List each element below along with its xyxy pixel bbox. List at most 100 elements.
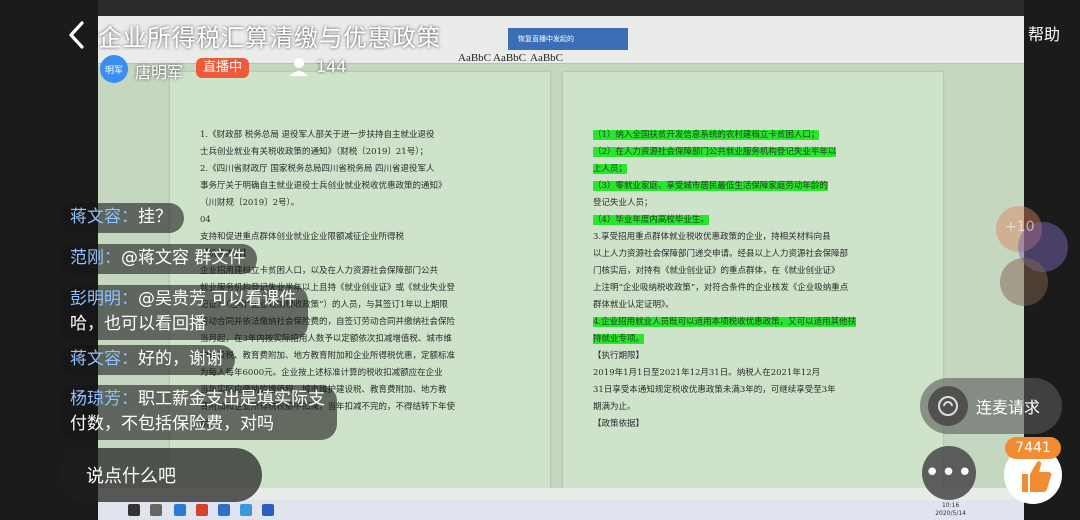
document-line-text: 期满为止。 (593, 402, 636, 412)
document-line: 2019年1月1日至2021年12月31日。纳税人在2021年12月 (593, 365, 923, 382)
host-avatar[interactable]: 明军 (100, 55, 128, 83)
document-line-text: 【政策依据】 (593, 419, 645, 429)
document-line: 士兵创业就业有关税收政策的通知》（财税〔2019〕21号）； (200, 144, 530, 161)
chat-message: 范刚：@蒋文容 群文件 (60, 244, 258, 274)
chat-username: 蒋文容： (70, 349, 138, 369)
document-line-text: 持就业专项。 (593, 334, 645, 344)
document-line: 持就业专项。 (593, 331, 923, 348)
link-icon (928, 386, 968, 426)
document-line: 登记失业人员； (593, 195, 923, 212)
co-host-request-button[interactable]: 连麦请求 (920, 378, 1062, 434)
clock: 10:16 2020/5/14 (935, 502, 966, 517)
document-line-text: （2）在人力资源社会保障部门公共就业服务机构登记失业半年以 (593, 147, 837, 157)
page-title: 企业所得税汇算清缴与优惠政策 (98, 24, 441, 52)
document-line: 门核实后，对持有《就业创业证》的重点群体，在《就业创业证》 (593, 263, 923, 280)
chat-message: 彭明明：@吴贵芳 可以看课件 哈，也可以看回播 (60, 285, 309, 340)
comment-placeholder: 说点什么吧 (86, 466, 176, 487)
right-page-text: （1）纳入全国扶贫开发信息系统的农村建档立卡贫困人口； （2）在人力资源社会保障部… (593, 127, 923, 433)
document-line-text: 以上人力资源社会保障部门递交申请。经县以上人力资源社会保障部 (593, 249, 849, 259)
document-line-text: 上注明“企业吸纳税收政策”，对符合条件的企业核发《企业吸纳重点 (593, 283, 849, 293)
document-line: 【政策依据】 (593, 416, 923, 433)
document-line: 群体就业认定证明》。 (593, 297, 923, 314)
search-icon (150, 504, 162, 516)
document-line-text: （川财规〔2019〕2号）。 (200, 198, 300, 208)
document-line: 期满为止。 (593, 399, 923, 416)
chat-text: 挂？ (138, 207, 172, 227)
document-line: （川财规〔2019〕2号）。 (200, 195, 530, 212)
chat-message: 蒋文容：好的，谢谢 (60, 345, 235, 375)
ribbon-tooltip: 恢复直播中发起的 (508, 28, 628, 50)
like-count-badge: 7441 (1005, 437, 1061, 459)
back-button[interactable] (66, 20, 88, 50)
viewer-count: 144 (316, 57, 347, 76)
app-icon (218, 504, 230, 516)
document-line: 护建设税、教育费附加、地方教育附加和企业所得税优惠，定额标准 (200, 348, 530, 365)
ribbon-style-3: AaBbC (530, 52, 563, 64)
document-line: 支持和促进重点群体创业就业企业限额减征企业所得税 (200, 229, 530, 246)
document-line-text: 4.企业招用就业人员既可以适用本项税收优惠政策，又可以适用其他扶 (593, 317, 857, 327)
document-line: 事务厅关于明确自主就业退役士兵创业就业税收优惠政策的通知》 (200, 178, 530, 195)
more-options-button[interactable]: ••• (922, 446, 976, 500)
document-line: 04 (200, 212, 530, 229)
document-line-text: 【执行期限】 (593, 351, 645, 361)
document-page-right: （1）纳入全国扶贫开发信息系统的农村建档立卡贫困人口； （2）在人力资源社会保障部… (563, 72, 943, 502)
document-line-text: （4）毕业年度内高校毕业生。 (593, 215, 709, 225)
chat-username: 蒋文容： (70, 207, 138, 227)
chat-username: 范刚： (70, 248, 121, 268)
document-line: 上人员； (593, 161, 923, 178)
document-line-text: 3.享受招用重点群体就业税收优惠政策的企业，持相关材料向县 (593, 232, 831, 242)
chevron-left-icon (69, 21, 84, 49)
document-line: （2）在人力资源社会保障部门公共就业服务机构登记失业半年以 (593, 144, 923, 161)
chat-text-continued: 哈，也可以看回播 (70, 314, 206, 334)
document-line-text: 2019年1月1日至2021年12月31日。纳税人在2021年12月 (593, 368, 821, 378)
chat-message: 杨琼芳：职工薪金支出是填实际支 付数，不包括保险费，对吗 (60, 385, 337, 440)
host-name: 唐明军 (135, 63, 184, 82)
document-line: 4.企业招用就业人员既可以适用本项税收优惠政策，又可以适用其他扶 (593, 314, 923, 331)
ribbon-style-2: AaBbC (493, 52, 526, 64)
document-line: （1）纳入全国扶贫开发信息系统的农村建档立卡贫困人口； (593, 127, 923, 144)
document-line: 上注明“企业吸纳税收政策”，对符合条件的企业核发《企业吸纳重点 (593, 280, 923, 297)
live-status-badge: 直播中 (196, 58, 250, 78)
document-line: 3.享受招用重点群体就业税收优惠政策的企业，持相关材料向县 (593, 229, 923, 246)
document-line-text: 1.《财政部 税务总局 退役军人部关于进一步扶持自主就业退役 (200, 130, 435, 140)
document-line-text: 04 (200, 215, 211, 225)
ribbon-style-1: AaBbC (458, 52, 491, 64)
document-line-text: 2.《四川省财政厅 国家税务总局四川省税务局 四川省退役军人 (200, 164, 435, 174)
word-titlebar (98, 0, 1024, 16)
app-icon (196, 504, 208, 516)
comment-input[interactable]: 说点什么吧 (60, 448, 262, 502)
floating-like-bubble (1000, 258, 1048, 306)
chat-message: 蒋文容：挂？ (60, 203, 184, 233)
chat-username: 杨琼芳： (70, 389, 138, 409)
person-icon (289, 57, 309, 77)
document-line-text: 群体就业认定证明》。 (593, 300, 674, 310)
document-line-text: 门核实后，对持有《就业创业证》的重点群体，在《就业创业证》 (593, 266, 840, 276)
document-line: 以上人力资源社会保障部门递交申请。经县以上人力资源社会保障部 (593, 246, 923, 263)
document-line-text: 为每人每年6000元。企业按上述标准计算的税收扣减额应在企业 (200, 368, 443, 378)
document-line: 为每人每年6000元。企业按上述标准计算的税收扣减额应在企业 (200, 365, 530, 382)
document-line: 1.《财政部 税务总局 退役军人部关于进一步扶持自主就业退役 (200, 127, 530, 144)
document-line: 【执行期限】 (593, 348, 923, 365)
document-line-text: 事务厅关于明确自主就业退役士兵创业就业税收优惠政策的通知》 (200, 181, 447, 191)
help-button[interactable]: 帮助 (1028, 21, 1060, 45)
co-host-request-label: 连麦请求 (976, 398, 1041, 417)
chat-text: 职工薪金支出是填实际支 (138, 389, 325, 409)
document-line-text: 登记失业人员； (593, 198, 653, 208)
document-line-text: 支持和促进重点群体创业就业企业限额减征企业所得税 (200, 232, 405, 242)
app-icon (240, 504, 252, 516)
chat-text: @吴贵芳 可以看课件 (138, 289, 297, 309)
document-line-text: （3）零就业家庭、享受城市居民最低生活保障家庭劳动年龄的 (593, 181, 828, 191)
document-line: 2.《四川省财政厅 国家税务总局四川省税务局 四川省退役军人 (200, 161, 530, 178)
app-icon (174, 504, 186, 516)
word-app-icon (262, 504, 274, 516)
start-icon (128, 504, 140, 516)
windows-taskbar: 10:16 2020/5/14 (98, 500, 1024, 520)
document-line-text: （1）纳入全国扶贫开发信息系统的农村建档立卡贫困人口； (593, 130, 820, 140)
floating-plus-count: +10 (1005, 219, 1035, 235)
document-line: 31日享受本通知规定税收优惠政策未满3年的，可继续享受至3年 (593, 382, 923, 399)
document-line: （3）零就业家庭、享受城市居民最低生活保障家庭劳动年龄的 (593, 178, 923, 195)
chat-text-continued: 付数，不包括保险费，对吗 (70, 414, 274, 434)
document-line-text: 上人员； (593, 164, 628, 174)
chat-text: 好的，谢谢 (138, 349, 223, 369)
document-line-text: 31日享受本通知规定税收优惠政策未满3年的，可继续享受至3年 (593, 385, 836, 395)
